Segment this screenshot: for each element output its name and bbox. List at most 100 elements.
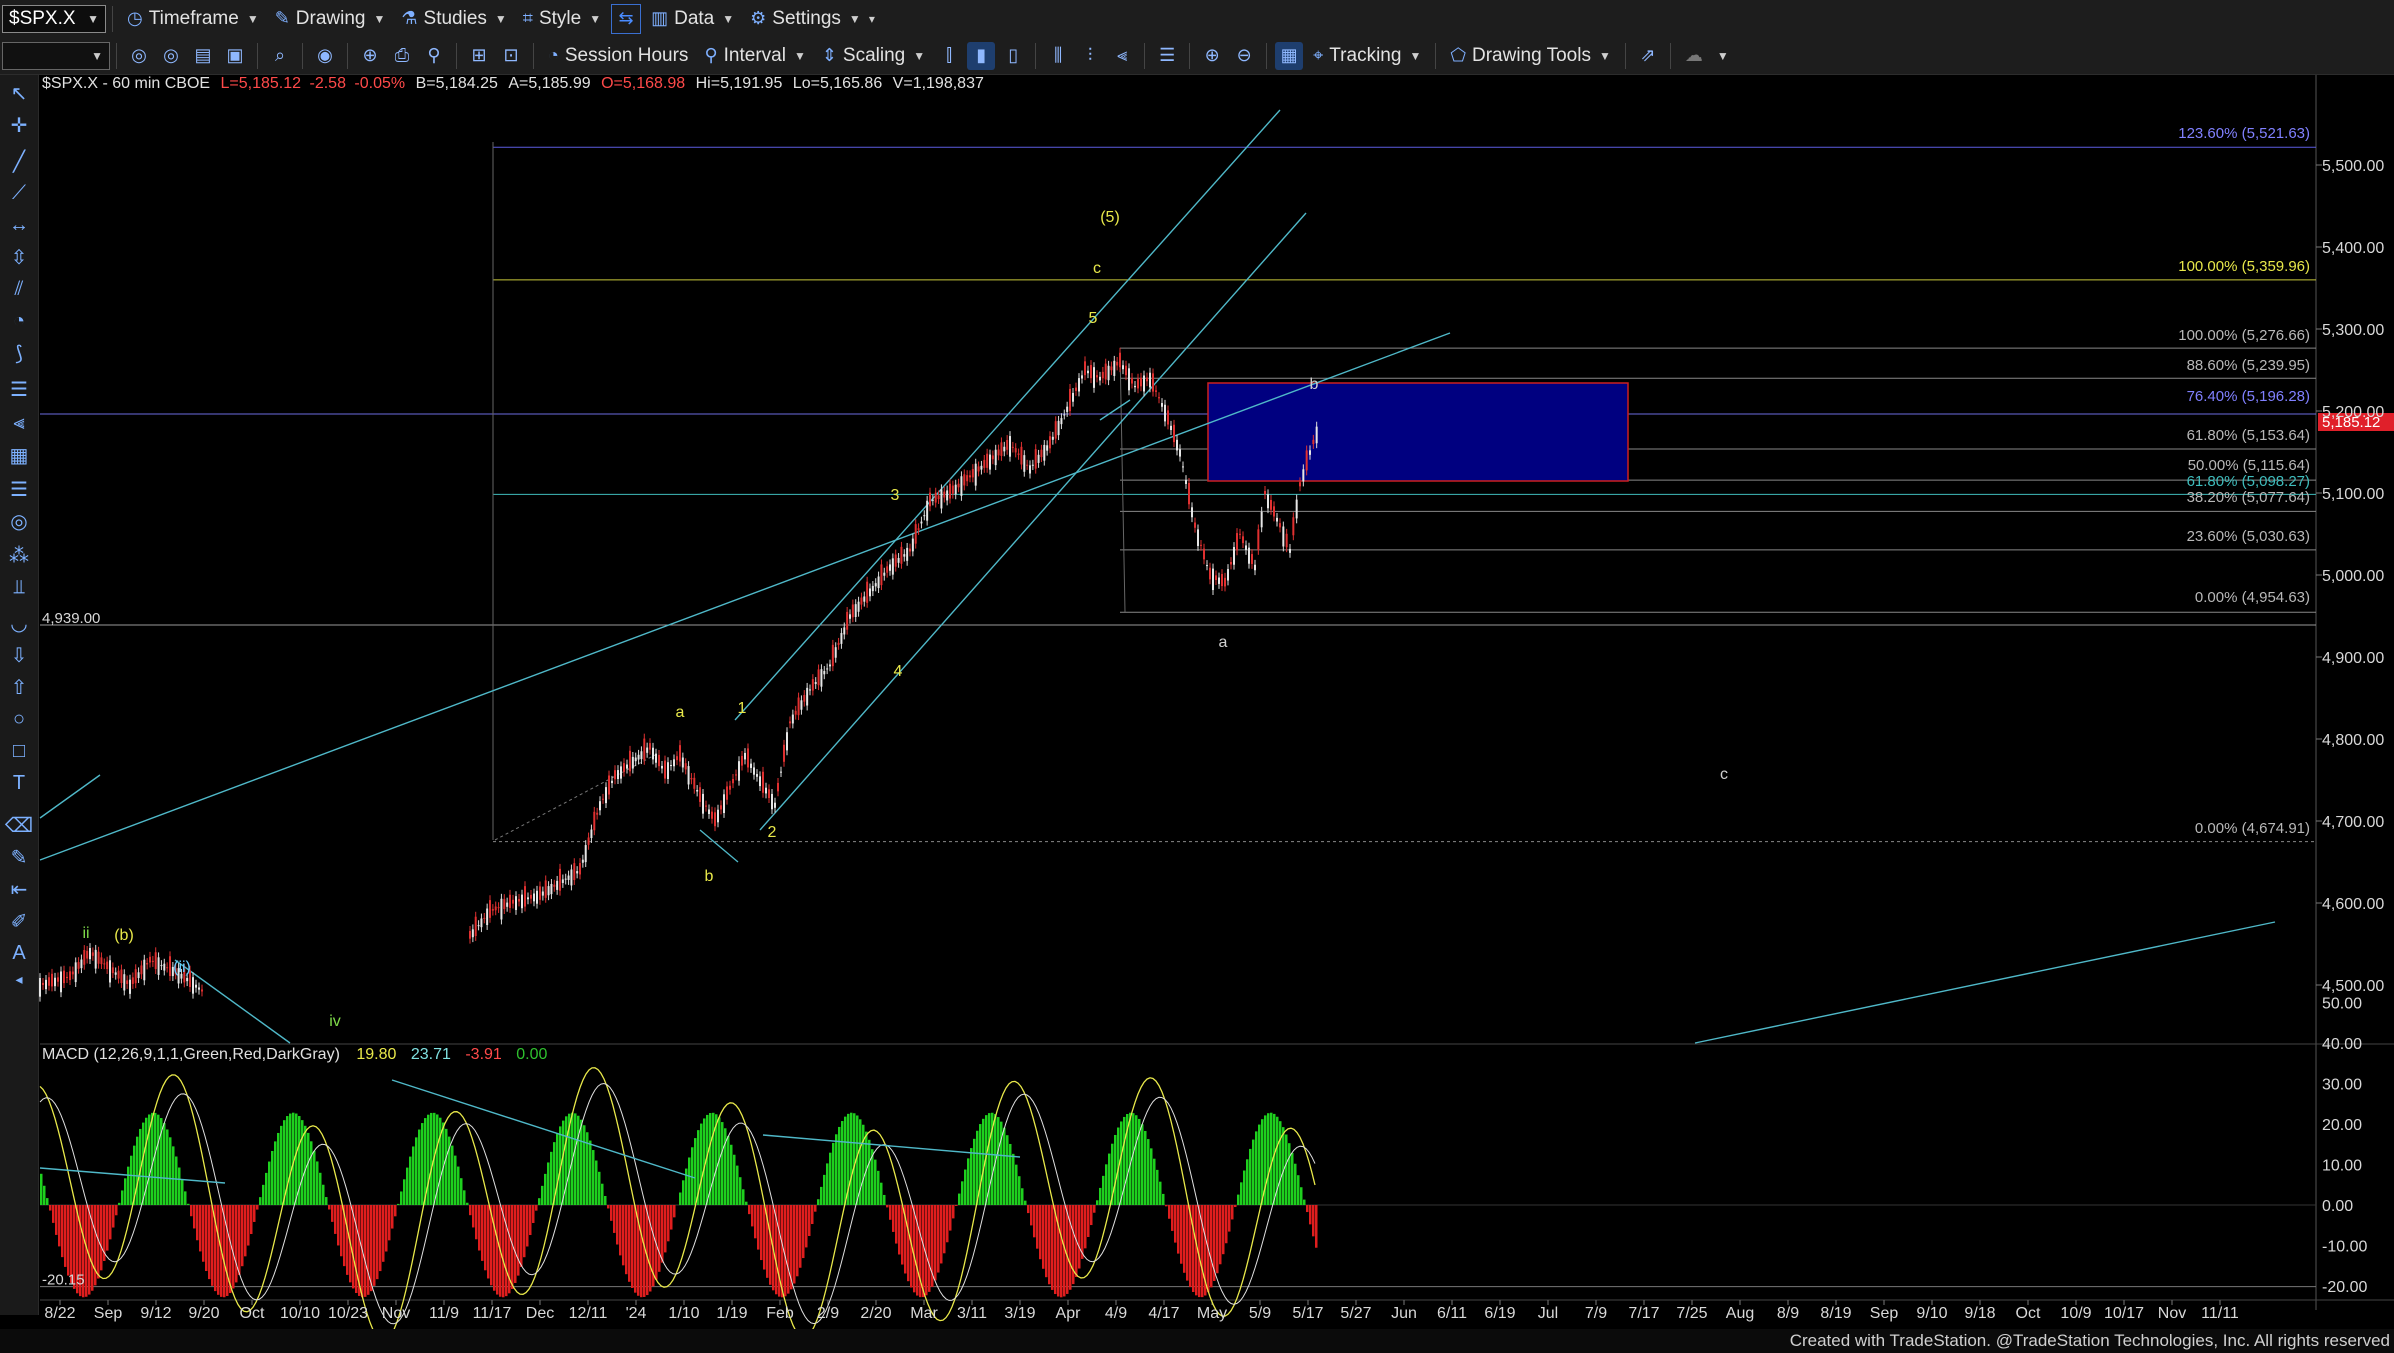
candle-body xyxy=(477,925,480,927)
price-axis-label: 5,000.00 xyxy=(2322,568,2384,585)
fib-label: 61.80% (5,098.27) xyxy=(2187,473,2310,490)
macd-histogram-bar xyxy=(94,1205,97,1286)
candle-body xyxy=(45,979,47,990)
date-axis-label: 9/20 xyxy=(188,1305,219,1322)
macd-histogram-bar xyxy=(301,1120,304,1205)
macd-histogram-bar xyxy=(1045,1205,1048,1278)
macd-histogram-bar xyxy=(379,1205,382,1272)
candle-body xyxy=(518,898,520,902)
trend-line xyxy=(1694,921,2276,1044)
macd-histogram-bar xyxy=(1165,1205,1168,1207)
candle-body xyxy=(1251,554,1253,564)
candle-body xyxy=(780,771,782,773)
macd-histogram-bar xyxy=(730,1144,733,1205)
chart-title: $SPX.X - 60 min CBOE xyxy=(42,75,211,92)
candle-body xyxy=(1302,469,1305,482)
candle-body xyxy=(114,972,117,975)
candle-body xyxy=(765,787,767,794)
candle-body xyxy=(679,745,681,762)
macd-histogram-bar xyxy=(52,1205,55,1223)
candle-body xyxy=(926,500,929,521)
candle-body xyxy=(1257,529,1260,550)
candle-body xyxy=(814,682,817,685)
macd-histogram-bar xyxy=(1033,1205,1036,1238)
candle-body xyxy=(137,972,140,979)
macd-histogram-bar xyxy=(109,1205,112,1240)
macd-histogram-bar xyxy=(193,1205,196,1229)
candle-body xyxy=(874,583,877,587)
candle-body xyxy=(1185,480,1187,484)
macd-histogram-bar xyxy=(529,1205,532,1236)
candle-body xyxy=(536,890,538,904)
candle-body xyxy=(1146,377,1148,382)
candle-body xyxy=(889,564,891,571)
date-axis-label: 5/27 xyxy=(1340,1305,1371,1322)
candle-body xyxy=(1037,454,1040,463)
candle-body xyxy=(774,802,776,808)
macd-histogram-bar xyxy=(1153,1158,1156,1205)
candle-body xyxy=(732,778,734,784)
macd-histogram-bar xyxy=(1129,1112,1132,1205)
candle-body xyxy=(1060,418,1063,425)
macd-histogram-bar xyxy=(601,1183,604,1205)
macd-histogram-bar xyxy=(1252,1139,1255,1205)
wave-label: b xyxy=(705,868,714,885)
macd-histogram-bar xyxy=(874,1159,877,1205)
candle-body xyxy=(596,812,599,815)
price-axis-label: 5,300.00 xyxy=(2322,322,2384,339)
date-axis-label: 9/12 xyxy=(140,1305,171,1322)
candle-body xyxy=(1292,517,1295,536)
macd-histogram-bar xyxy=(784,1205,787,1297)
candle-body xyxy=(1029,465,1031,474)
wave-label: (5) xyxy=(1100,209,1120,226)
price-chart[interactable]: 5,500.005,400.005,300.005,200.005,100.00… xyxy=(0,0,2394,1329)
macd-histogram-bar xyxy=(313,1150,316,1205)
date-axis-label: Dec xyxy=(526,1305,554,1322)
candle-body xyxy=(735,774,737,776)
candle-body xyxy=(1009,436,1011,457)
macd-histogram-bar xyxy=(952,1205,955,1219)
candle-body xyxy=(1270,499,1272,510)
macd-histogram-bar xyxy=(805,1205,808,1248)
candle-body xyxy=(631,756,634,769)
wave-label: 3 xyxy=(891,487,900,504)
macd-histogram-bar xyxy=(832,1142,835,1205)
macd-histogram-bar xyxy=(520,1205,523,1267)
candle-body xyxy=(894,554,897,567)
macd-histogram-bar xyxy=(1186,1205,1189,1281)
chart-text-layer: 5,500.005,400.005,300.005,200.005,100.00… xyxy=(42,125,2384,1322)
candle-body xyxy=(661,765,663,769)
macd-histogram-bar xyxy=(1147,1139,1150,1205)
macd-histogram-bar xyxy=(955,1205,958,1206)
macd-histogram-bar xyxy=(1174,1205,1177,1243)
macd-histogram-bar xyxy=(121,1190,124,1205)
candle-body xyxy=(195,984,197,988)
macd-histogram-bar xyxy=(1144,1130,1147,1205)
macd-histogram-bar xyxy=(1291,1152,1294,1205)
macd-histogram-bar xyxy=(841,1121,844,1205)
macd-histogram-bar xyxy=(880,1182,883,1205)
candle-body xyxy=(157,957,160,975)
candle-body xyxy=(1218,577,1220,584)
macd-header: MACD (12,26,9,1,1,Green,Red,DarkGray) 19… xyxy=(42,1046,547,1064)
candle-body xyxy=(800,700,803,710)
macd-histogram-bar xyxy=(316,1161,319,1205)
candle-body xyxy=(626,764,628,769)
candle-body xyxy=(103,963,106,965)
candle-body xyxy=(994,449,997,466)
wave-label: a xyxy=(676,704,685,721)
macd-histogram-bar xyxy=(577,1115,580,1205)
macd-histogram-bar xyxy=(427,1114,430,1205)
macd-histogram-bar xyxy=(127,1166,130,1205)
candle-body xyxy=(681,757,684,768)
wave-label: 2 xyxy=(768,824,777,841)
macd-histogram-bar xyxy=(1039,1205,1042,1260)
candle-body xyxy=(906,547,909,561)
macd-histogram-bar xyxy=(184,1191,187,1205)
macd-histogram-bar xyxy=(1270,1112,1273,1205)
trend-line xyxy=(174,959,291,1044)
candle-body xyxy=(576,871,579,874)
macd-histogram-bar xyxy=(1003,1127,1006,1205)
macd-histogram-bar xyxy=(604,1195,607,1205)
macd-histogram-bar xyxy=(823,1174,826,1205)
